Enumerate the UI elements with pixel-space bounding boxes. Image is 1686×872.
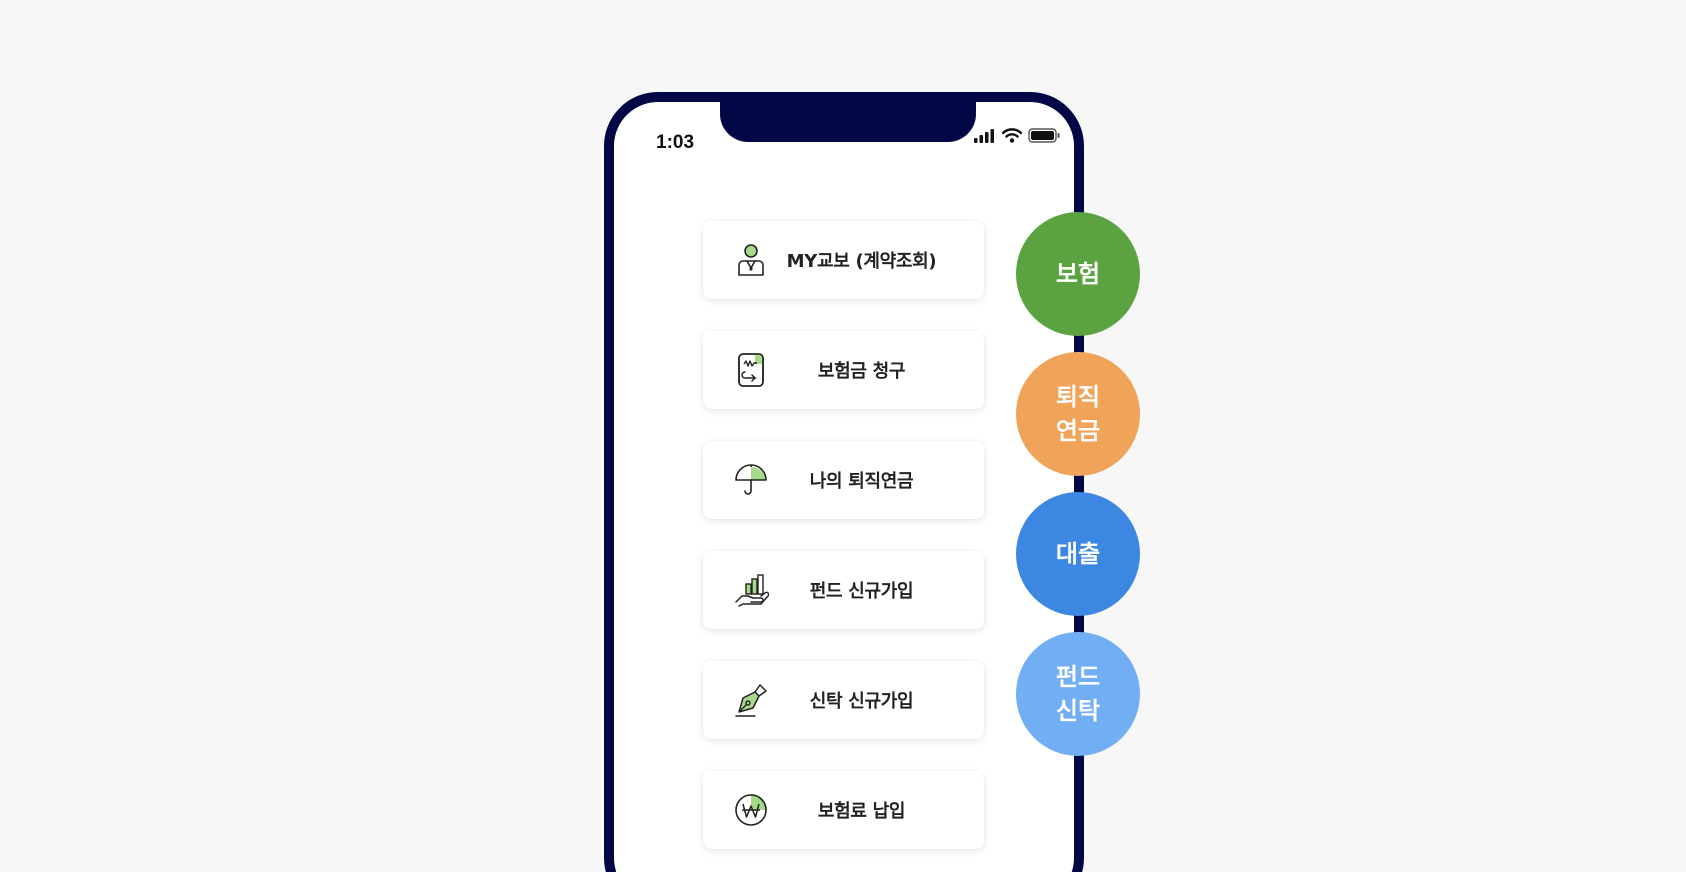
menu-item-fund-signup[interactable]: 펀드 신규가입 [703, 551, 984, 629]
category-fund-trust-button[interactable]: 펀드 신탁 [1016, 632, 1140, 756]
phone-notch [720, 98, 976, 142]
signal-icon [974, 128, 994, 143]
category-loan-button[interactable]: 대출 [1016, 492, 1140, 616]
menu-item-label: 신탁 신규가입 [809, 691, 914, 712]
menu-item-insurance-claim[interactable]: 보험금 청구 [703, 331, 984, 409]
menu-item-label: 펀드 신규가입 [809, 581, 914, 602]
wifi-icon [1002, 128, 1022, 143]
status-icons [974, 128, 1060, 143]
menu-item-premium-payment[interactable]: 보험료 납입 [703, 771, 984, 849]
menu-item-trust-signup[interactable]: 신탁 신규가입 [703, 661, 984, 739]
status-time: 1:03 [656, 132, 695, 153]
menu-item-label: 보험금 청구 [817, 361, 906, 382]
battery-icon [1028, 128, 1060, 143]
menu-item-label: 나의 퇴직연금 [809, 471, 914, 492]
category-insurance-button[interactable]: 보험 [1016, 212, 1140, 336]
menu-item-label: MY교보 (계약조회) [786, 251, 937, 272]
category-pension-button[interactable]: 퇴직 연금 [1016, 352, 1140, 476]
menu-item-label: 보험료 납입 [817, 801, 906, 822]
menu-item-my-pension[interactable]: 나의 퇴직연금 [703, 441, 984, 519]
menu-item-my-kyobo[interactable]: MY교보 (계약조회) [703, 221, 984, 299]
